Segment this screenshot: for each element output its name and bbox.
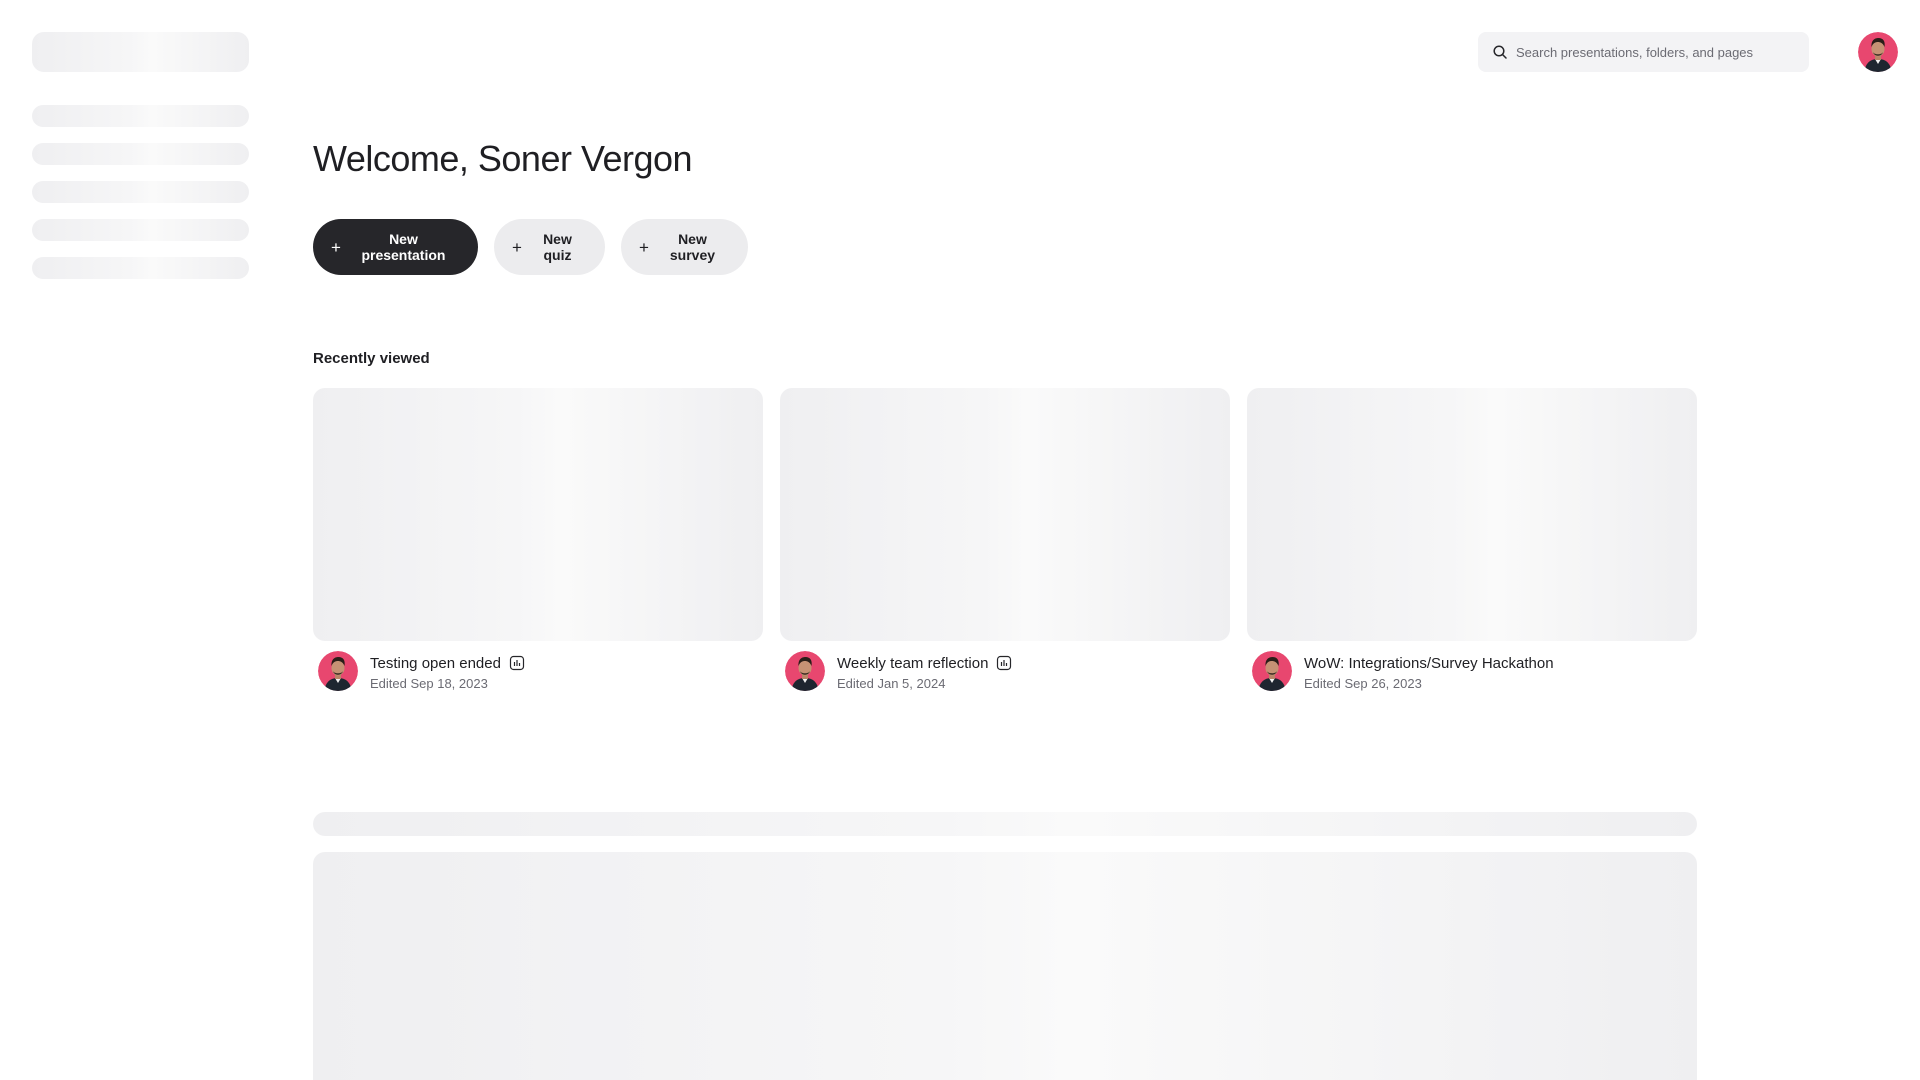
bar-chart-icon [509,655,525,671]
new-survey-label: New survey [669,231,716,263]
bar-chart-icon [996,655,1012,671]
card-meta: Weekly team reflection Edited Jan 5, 202… [780,651,1230,691]
plus-icon: + [639,237,649,257]
new-survey-button[interactable]: + New survey [621,219,748,275]
avatar[interactable] [1858,32,1898,72]
card-edited-date: Edited Sep 26, 2023 [1304,676,1422,691]
sidebar-item-placeholder [32,219,249,241]
new-presentation-button[interactable]: + New presentation [313,219,478,275]
section-heading-placeholder [313,812,1697,836]
card-meta: WoW: Integrations/Survey Hackathon Edite… [1247,651,1697,691]
dashboard-page: Welcome, Soner Vergon + New presentation… [0,0,1920,1080]
page-title: Welcome, Soner Vergon [313,138,693,179]
avatar [318,651,358,691]
presentation-thumbnail[interactable] [780,388,1230,641]
avatar [785,651,825,691]
avatar [1252,651,1292,691]
plus-icon: + [331,237,341,257]
search-bar[interactable] [1478,32,1809,72]
content-placeholder [313,852,1697,1080]
presentation-thumbnail[interactable] [1247,388,1697,641]
card-title[interactable]: WoW: Integrations/Survey Hackathon [1304,655,1554,672]
card-meta: Testing open ended Edited Sep 18, 2023 [313,651,763,691]
recent-presentation-card[interactable]: Testing open ended Edited Sep 18, 2023 [313,388,763,691]
create-actions: + New presentation + New quiz + New surv… [313,219,748,275]
sidebar-item-placeholder [32,181,249,203]
sidebar [0,0,280,1080]
new-presentation-label: New presentation [361,231,446,263]
recent-presentation-card[interactable]: WoW: Integrations/Survey Hackathon Edite… [1247,388,1697,691]
search-input[interactable] [1514,43,1809,61]
search-icon [1492,44,1508,60]
card-title[interactable]: Testing open ended [370,655,501,672]
card-title[interactable]: Weekly team reflection [837,655,988,672]
recently-viewed-heading: Recently viewed [313,350,430,367]
sidebar-logo-placeholder [32,32,249,72]
plus-icon: + [512,237,522,257]
recent-presentation-card[interactable]: Weekly team reflection Edited Jan 5, 202… [780,388,1230,691]
card-edited-date: Edited Jan 5, 2024 [837,676,946,691]
sidebar-item-placeholder [32,257,249,279]
sidebar-item-placeholder [32,143,249,165]
new-quiz-button[interactable]: + New quiz [494,219,605,275]
presentation-thumbnail[interactable] [313,388,763,641]
sidebar-item-placeholder [32,105,249,127]
new-quiz-label: New quiz [543,231,572,263]
card-edited-date: Edited Sep 18, 2023 [370,676,488,691]
